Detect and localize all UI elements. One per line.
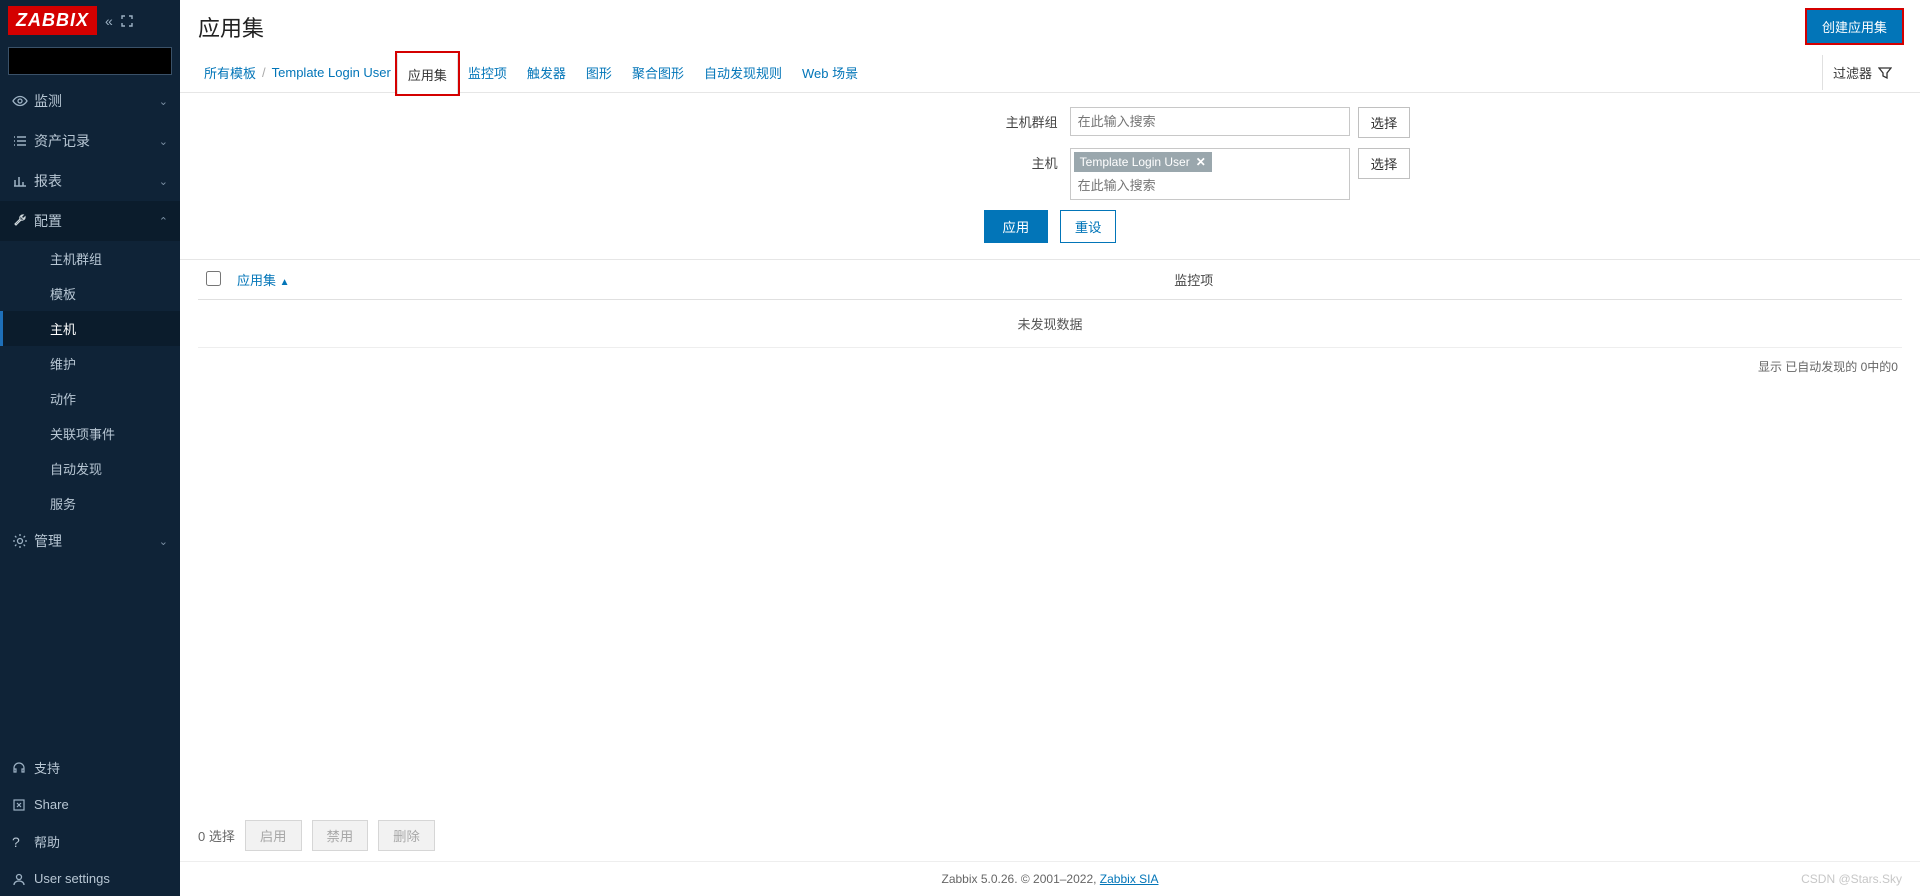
select-all-checkbox[interactable] — [206, 271, 221, 286]
nav-support[interactable]: 支持 — [0, 748, 180, 787]
nav-monitoring[interactable]: 监测 ⌄ — [0, 81, 180, 121]
sidebar: ZABBIX « 监测 ⌄ 资产记录 ⌄ 报表 ⌄ 配置 ⌃ 主机群组 模板 主… — [0, 0, 180, 896]
nav-share[interactable]: Share — [0, 787, 180, 822]
create-application-button[interactable]: 创建应用集 — [1807, 10, 1902, 43]
watermark: CSDN @Stars.Sky — [1801, 872, 1902, 886]
sidebar-header: ZABBIX « — [0, 0, 180, 41]
page-title: 应用集 — [198, 11, 1807, 43]
footer-text: Zabbix 5.0.26. © 2001–2022, — [942, 872, 1100, 886]
chevron-down-icon: ⌄ — [159, 135, 168, 148]
nav-config-templates[interactable]: 模板 — [0, 276, 180, 311]
gear-icon — [12, 533, 34, 549]
chevron-down-icon: ⌄ — [159, 535, 168, 548]
table-area: 应用集 ▲ 监控项 未发现数据 显示 已自动发现的 0中的0 — [180, 260, 1920, 810]
applications-table: 应用集 ▲ 监控项 未发现数据 — [198, 260, 1902, 348]
breadcrumb-tabs: 所有模板 / Template Login User 应用集 监控项 触发器 图… — [180, 53, 1920, 93]
col-header-application[interactable]: 应用集 ▲ — [237, 273, 290, 288]
nav-label: 管理 — [34, 531, 159, 551]
host-group-input-box[interactable] — [1070, 107, 1350, 136]
host-group-label: 主机群组 — [690, 107, 1070, 131]
host-tag-text: Template Login User — [1080, 155, 1190, 169]
disable-button[interactable]: 禁用 — [312, 820, 369, 851]
nav-admin[interactable]: 管理 ⌄ — [0, 521, 180, 561]
chevron-down-icon: ⌄ — [159, 95, 168, 108]
sidebar-search[interactable] — [8, 47, 172, 75]
chevron-up-icon: ⌃ — [159, 215, 168, 228]
col-header-items: 监控项 — [1166, 260, 1902, 300]
footer-link[interactable]: Zabbix SIA — [1100, 872, 1159, 886]
host-select-button[interactable]: 选择 — [1358, 148, 1411, 179]
nav-config[interactable]: 配置 ⌃ — [0, 201, 180, 241]
bulk-actions: 0 选择 启用 禁用 删除 — [180, 810, 1920, 861]
nav-help[interactable]: ? 帮助 — [0, 822, 180, 861]
tab-triggers[interactable]: 触发器 — [517, 53, 576, 92]
nav-label: 资产记录 — [34, 131, 159, 151]
main-content: 应用集 创建应用集 所有模板 / Template Login User 应用集… — [180, 0, 1920, 896]
enable-button[interactable]: 启用 — [245, 820, 302, 851]
delete-button[interactable]: 删除 — [378, 820, 435, 851]
wrench-icon — [12, 213, 34, 229]
collapse-icon[interactable]: « — [105, 13, 113, 29]
chart-icon — [12, 173, 34, 189]
nav-label: 帮助 — [34, 832, 60, 851]
nav-label: 配置 — [34, 211, 159, 231]
tab-screens[interactable]: 聚合图形 — [622, 53, 694, 92]
breadcrumb-template[interactable]: Template Login User — [266, 65, 397, 80]
user-icon — [12, 872, 34, 886]
nav-user-settings[interactable]: User settings — [0, 861, 180, 896]
nav-config-discovery[interactable]: 自动发现 — [0, 451, 180, 486]
eye-icon — [12, 93, 34, 109]
nav-config-correlation[interactable]: 关联项事件 — [0, 416, 180, 451]
reset-button[interactable]: 重设 — [1060, 210, 1117, 243]
table-info: 显示 已自动发现的 0中的0 — [198, 348, 1902, 385]
nav-label: 监测 — [34, 91, 159, 111]
sort-asc-icon: ▲ — [280, 277, 290, 288]
tab-web[interactable]: Web 场景 — [792, 53, 868, 92]
apply-button[interactable]: 应用 — [984, 210, 1049, 243]
breadcrumb-all-templates[interactable]: 所有模板 — [198, 63, 262, 82]
nav-label: 报表 — [34, 171, 159, 191]
host-group-select-button[interactable]: 选择 — [1358, 107, 1411, 138]
nav-label: 支持 — [34, 758, 60, 777]
nav-config-hostgroups[interactable]: 主机群组 — [0, 241, 180, 276]
tab-applications[interactable]: 应用集 — [397, 53, 458, 94]
filter-label: 过滤器 — [1833, 63, 1872, 82]
logo[interactable]: ZABBIX — [8, 6, 97, 35]
filter-panel: 主机群组 选择 主机 Template Login User ✕ 选择 应用 重设 — [180, 93, 1920, 260]
tab-discovery[interactable]: 自动发现规则 — [694, 53, 792, 92]
nav-config-maintenance[interactable]: 维护 — [0, 346, 180, 381]
filter-toggle[interactable]: 过滤器 — [1822, 55, 1902, 90]
host-label: 主机 — [690, 148, 1070, 172]
titlebar: 应用集 创建应用集 — [180, 0, 1920, 53]
headset-icon — [12, 761, 34, 775]
host-input[interactable] — [1074, 175, 1346, 196]
fullscreen-icon[interactable] — [121, 15, 133, 27]
share-icon — [12, 798, 34, 812]
nav-config-services[interactable]: 服务 — [0, 486, 180, 521]
host-input-box[interactable]: Template Login User ✕ — [1070, 148, 1350, 200]
nav-label: User settings — [34, 871, 110, 886]
nav-config-actions[interactable]: 动作 — [0, 381, 180, 416]
selected-count: 0 选择 — [198, 826, 235, 845]
footer: Zabbix 5.0.26. © 2001–2022, Zabbix SIA C… — [180, 861, 1920, 896]
nav-label: Share — [34, 797, 69, 812]
nav-config-hosts[interactable]: 主机 — [0, 311, 180, 346]
host-tag[interactable]: Template Login User ✕ — [1074, 152, 1212, 172]
nav-inventory[interactable]: 资产记录 ⌄ — [0, 121, 180, 161]
tab-graphs[interactable]: 图形 — [576, 53, 622, 92]
list-icon — [12, 133, 34, 149]
tab-items[interactable]: 监控项 — [458, 53, 517, 92]
nav-reports[interactable]: 报表 ⌄ — [0, 161, 180, 201]
search-input[interactable] — [15, 54, 191, 69]
host-group-input[interactable] — [1074, 111, 1346, 132]
help-icon: ? — [12, 834, 34, 850]
empty-row: 未发现数据 — [198, 300, 1902, 348]
chevron-down-icon: ⌄ — [159, 175, 168, 188]
remove-tag-icon[interactable]: ✕ — [1196, 155, 1206, 169]
filter-icon — [1878, 66, 1892, 80]
